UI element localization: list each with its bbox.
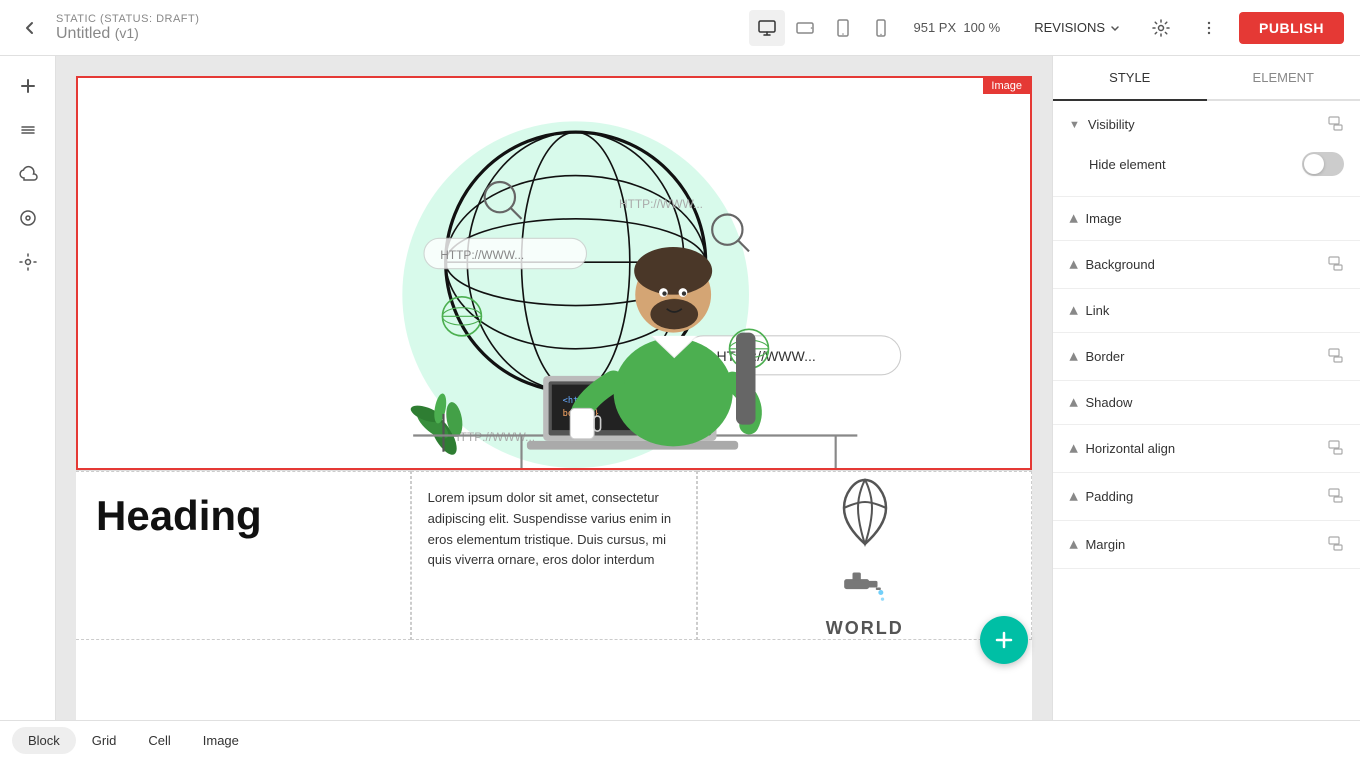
heading-block[interactable]: Heading	[76, 471, 411, 640]
tap-icon	[840, 560, 890, 610]
visibility-responsive-icon	[1328, 115, 1344, 134]
tab-style[interactable]: STYLE	[1053, 56, 1207, 101]
horizontal-align-header[interactable]: ▶ Horizontal align	[1053, 425, 1360, 472]
link-chevron-icon: ▶	[1067, 306, 1080, 314]
margin-section: ▶ Margin	[1053, 521, 1360, 569]
visibility-header[interactable]: ▼ Visibility	[1053, 101, 1360, 148]
page-status: STATIC (STATUS: DRAFT)	[56, 13, 199, 25]
back-button[interactable]	[16, 14, 44, 42]
canvas-inner: Image	[76, 76, 1032, 720]
breadcrumb-cell[interactable]: Cell	[132, 727, 186, 754]
revisions-button[interactable]: REVISIONS	[1024, 14, 1131, 41]
margin-header[interactable]: ▶ Margin	[1053, 521, 1360, 568]
background-section: ▶ Background	[1053, 241, 1360, 289]
image-content: HTTP://WWW... HTTP://WWW...	[78, 78, 1030, 468]
panel-tabs: STYLE ELEMENT	[1053, 56, 1360, 101]
tablet-portrait-viewport-button[interactable]	[825, 10, 861, 46]
navigator-button[interactable]	[10, 200, 46, 236]
main-layout: Image	[0, 56, 1360, 720]
background-header[interactable]: ▶ Background	[1053, 241, 1360, 288]
shadow-section: ▶ Shadow	[1053, 381, 1360, 425]
margin-label: Margin	[1085, 537, 1320, 552]
background-label: Background	[1085, 257, 1320, 272]
hide-element-toggle[interactable]	[1302, 152, 1344, 176]
hide-element-label: Hide element	[1089, 157, 1166, 172]
hide-element-row: Hide element	[1089, 148, 1344, 180]
svg-text:HTTP://WWW...: HTTP://WWW...	[440, 248, 524, 262]
viewport-info: 951 PX 100 %	[901, 20, 1012, 35]
page-title: Untitled (v1)	[56, 25, 199, 43]
visibility-section: ▼ Visibility Hide element	[1053, 101, 1360, 197]
padding-section: ▶ Padding	[1053, 473, 1360, 521]
svg-text:HTTP://WWW...: HTTP://WWW...	[619, 197, 703, 211]
padding-chevron-icon: ▶	[1067, 492, 1080, 500]
margin-chevron-icon: ▶	[1067, 540, 1080, 548]
padding-responsive-icon	[1328, 487, 1344, 506]
shadow-label: Shadow	[1085, 395, 1344, 410]
more-options-button[interactable]	[1191, 10, 1227, 46]
right-panel: STYLE ELEMENT ▼ Visibility Hide element	[1052, 56, 1360, 720]
canvas-area[interactable]: Image	[56, 56, 1052, 720]
airbnb-icon	[830, 472, 900, 552]
shadow-header[interactable]: ▶ Shadow	[1053, 381, 1360, 424]
link-header[interactable]: ▶ Link	[1053, 289, 1360, 332]
image-label: Image	[1085, 211, 1344, 226]
breadcrumb-image[interactable]: Image	[187, 727, 255, 754]
image-chevron-icon: ▶	[1067, 214, 1080, 222]
block-type-label: Image	[983, 78, 1030, 94]
border-section: ▶ Border	[1053, 333, 1360, 381]
horizontal-align-responsive-icon	[1328, 439, 1344, 458]
top-bar: STATIC (STATUS: DRAFT) Untitled (v1) 951…	[0, 0, 1360, 56]
mobile-viewport-button[interactable]	[863, 10, 899, 46]
visibility-content: Hide element	[1053, 148, 1360, 196]
visibility-chevron-icon: ▼	[1069, 119, 1080, 131]
link-label: Link	[1085, 303, 1344, 318]
publish-button[interactable]: PUBLISH	[1239, 12, 1344, 44]
left-sidebar	[0, 56, 56, 720]
desktop-viewport-button[interactable]	[749, 10, 785, 46]
settings-button[interactable]	[1143, 10, 1179, 46]
border-responsive-icon	[1328, 347, 1344, 366]
cloud-button[interactable]	[10, 156, 46, 192]
world-label: WORLD	[826, 618, 904, 639]
horizontal-align-label: Horizontal align	[1085, 441, 1320, 456]
horizontal-align-chevron-icon: ▶	[1067, 444, 1080, 452]
border-header[interactable]: ▶ Border	[1053, 333, 1360, 380]
layers-button[interactable]	[10, 112, 46, 148]
shadow-chevron-icon: ▶	[1067, 398, 1080, 406]
padding-label: Padding	[1085, 489, 1320, 504]
image-header[interactable]: ▶ Image	[1053, 197, 1360, 240]
border-chevron-icon: ▶	[1067, 352, 1080, 360]
add-element-button[interactable]	[10, 68, 46, 104]
text-block[interactable]: Lorem ipsum dolor sit amet, consectetur …	[411, 471, 698, 640]
sidebar-settings-button[interactable]	[10, 244, 46, 280]
background-responsive-icon	[1328, 255, 1344, 274]
bottom-bar: Block Grid Cell Image	[0, 720, 1360, 760]
breadcrumb-grid[interactable]: Grid	[76, 727, 133, 754]
image-block[interactable]: Image	[76, 76, 1032, 470]
background-chevron-icon: ▶	[1067, 260, 1080, 268]
bottom-section: Heading Lorem ipsum dolor sit amet, cons…	[76, 470, 1032, 640]
title-area: STATIC (STATUS: DRAFT) Untitled (v1)	[56, 13, 199, 43]
airbnb-content: WORLD	[826, 472, 904, 639]
padding-header[interactable]: ▶ Padding	[1053, 473, 1360, 520]
breadcrumb-block[interactable]: Block	[12, 727, 76, 754]
margin-responsive-icon	[1328, 535, 1344, 554]
horizontal-align-section: ▶ Horizontal align	[1053, 425, 1360, 473]
viewport-buttons: 951 PX 100 %	[749, 10, 1012, 46]
add-fab-button[interactable]	[980, 616, 1028, 664]
toggle-knob	[1304, 154, 1324, 174]
paragraph-text: Lorem ipsum dolor sit amet, consectetur …	[428, 488, 681, 571]
image-block-2[interactable]: WORLD	[697, 471, 1032, 640]
link-section: ▶ Link	[1053, 289, 1360, 333]
border-label: Border	[1085, 349, 1320, 364]
tablet-landscape-viewport-button[interactable]	[787, 10, 823, 46]
tab-element[interactable]: ELEMENT	[1207, 56, 1360, 99]
visibility-label: Visibility	[1088, 117, 1320, 132]
image-section: ▶ Image	[1053, 197, 1360, 241]
heading-text: Heading	[96, 492, 390, 540]
